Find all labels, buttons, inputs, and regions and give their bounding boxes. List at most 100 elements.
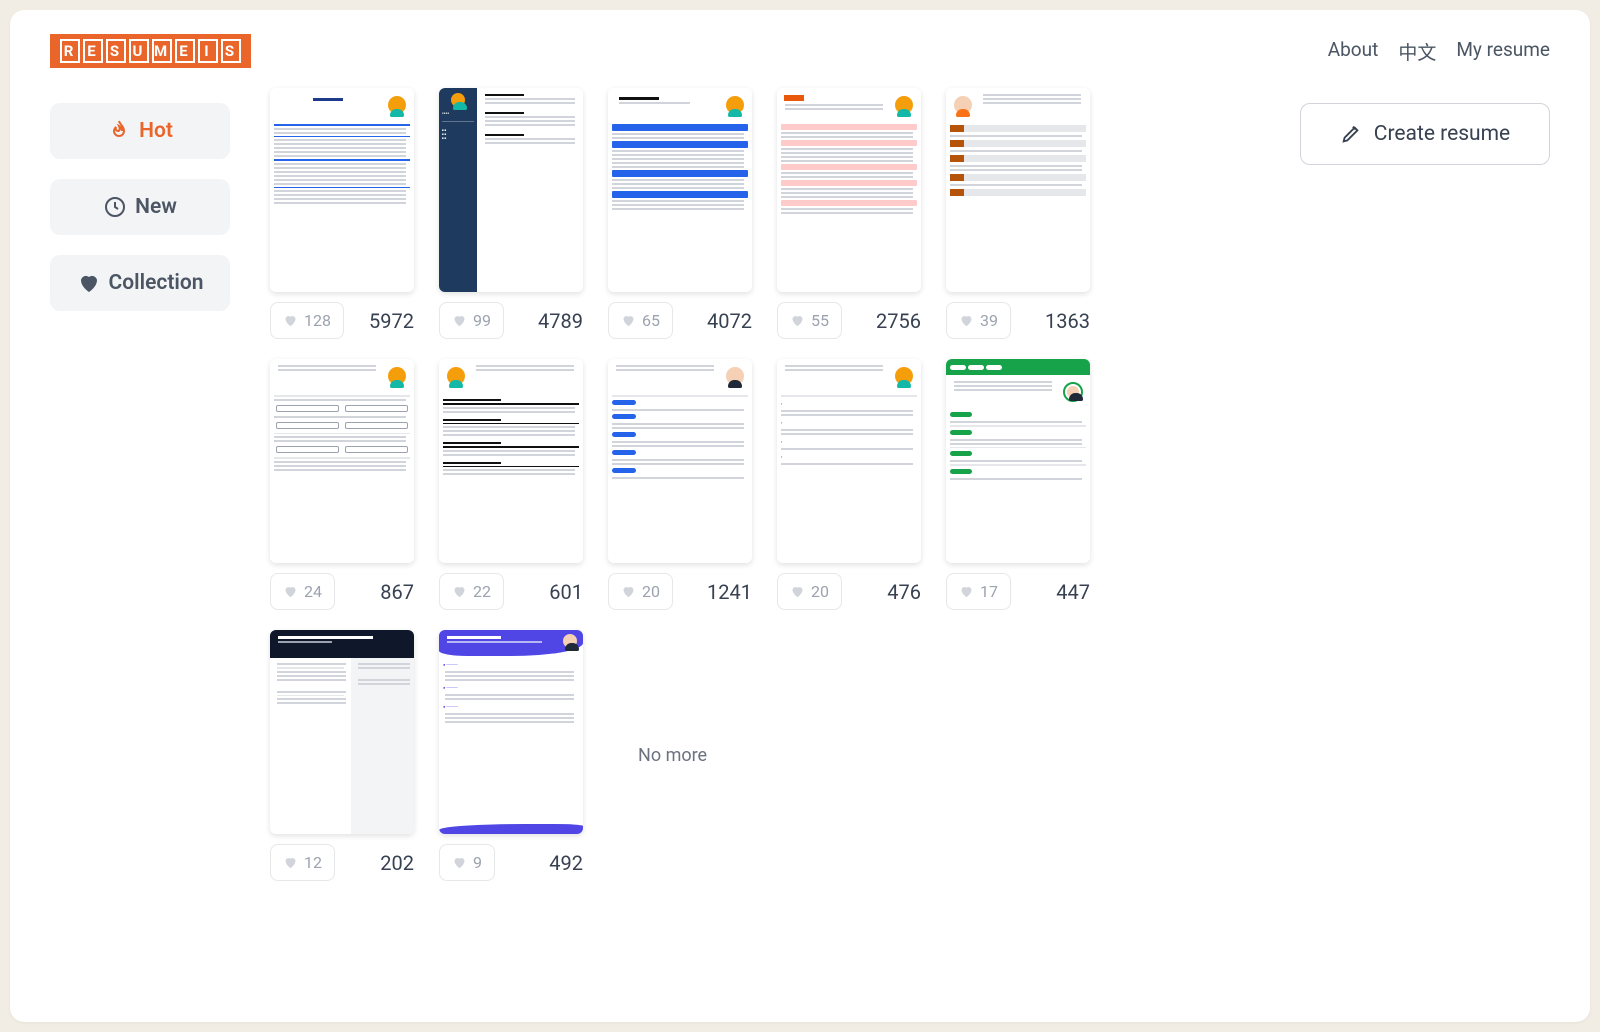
template-thumbnail[interactable]: ▪ ▪ ▪ ▪ (777, 359, 921, 563)
heart-icon (283, 584, 298, 599)
like-count: 20 (811, 582, 829, 601)
nav-about[interactable]: About (1328, 38, 1379, 65)
like-count: 65 (642, 311, 660, 330)
view-count: 4072 (707, 309, 752, 333)
like-count: 12 (304, 853, 322, 872)
template-card: 22 601 (439, 359, 583, 610)
template-stats: 99 4789 (439, 302, 583, 339)
sidebar-label-hot: Hot (139, 119, 173, 143)
template-thumbnail[interactable] (270, 88, 414, 292)
template-card: 39 1363 (946, 88, 1090, 339)
app-window: RESUMEIS About 中文 My resume Hot New Coll… (10, 10, 1590, 1022)
template-stats: 17 447 (946, 573, 1090, 610)
like-button[interactable]: 65 (608, 302, 673, 339)
pencil-icon (1340, 123, 1362, 145)
create-resume-button[interactable]: Create resume (1300, 103, 1550, 165)
no-more-label: No more (608, 630, 1090, 881)
clock-icon (103, 195, 127, 219)
heart-icon (621, 584, 636, 599)
view-count: 202 (380, 851, 414, 875)
view-count: 867 (380, 580, 414, 604)
heart-icon (790, 584, 805, 599)
like-count: 55 (811, 311, 829, 330)
sidebar: Hot New Collection (50, 103, 230, 992)
template-thumbnail[interactable] (608, 88, 752, 292)
template-stats: 128 5972 (270, 302, 414, 339)
template-card: 55 2756 (777, 88, 921, 339)
create-resume-label: Create resume (1374, 122, 1510, 146)
like-button[interactable]: 39 (946, 302, 1011, 339)
heart-icon (959, 584, 974, 599)
template-card: ▪ ▪ ▪ ▪ 20 476 (777, 359, 921, 610)
template-stats: 20 476 (777, 573, 921, 610)
template-card: 24 867 (270, 359, 414, 610)
like-button[interactable]: 9 (439, 844, 495, 881)
like-count: 24 (304, 582, 322, 601)
view-count: 492 (549, 851, 583, 875)
sidebar-item-hot[interactable]: Hot (50, 103, 230, 159)
template-thumbnail[interactable] (777, 88, 921, 292)
template-thumbnail[interactable] (946, 359, 1090, 563)
template-stats: 39 1363 (946, 302, 1090, 339)
fire-icon (107, 119, 131, 143)
template-card: 20 1241 (608, 359, 752, 610)
template-card: 12 202 (270, 630, 414, 881)
sidebar-item-new[interactable]: New (50, 179, 230, 235)
right-column: Create resume (1300, 103, 1550, 992)
top-nav: About 中文 My resume (1328, 38, 1550, 65)
brand-logo[interactable]: RESUMEIS (50, 34, 251, 68)
template-stats: 55 2756 (777, 302, 921, 339)
heart-icon (452, 313, 467, 328)
like-button[interactable]: 20 (777, 573, 842, 610)
template-stats: 22 601 (439, 573, 583, 610)
heart-icon (621, 313, 636, 328)
top-bar: RESUMEIS About 中文 My resume (10, 10, 1590, 78)
template-card: 17 447 (946, 359, 1090, 610)
template-thumbnail[interactable] (270, 359, 414, 563)
sidebar-item-collection[interactable]: Collection (50, 255, 230, 311)
like-count: 17 (980, 582, 998, 601)
template-grid: 128 5972 ●●●● ■ ■■ ■■ ■ 99 4789 (270, 88, 1260, 881)
template-thumbnail[interactable]: ●●●● ■ ■■ ■■ ■ (439, 88, 583, 292)
like-count: 128 (304, 311, 331, 330)
template-thumbnail[interactable] (439, 359, 583, 563)
heart-icon (452, 855, 467, 870)
template-stats: 24 867 (270, 573, 414, 610)
like-button[interactable]: 99 (439, 302, 504, 339)
template-card: ● ──── ● ──── ● ──── 9 492 (439, 630, 583, 881)
template-thumbnail[interactable]: ● ──── ● ──── ● ──── (439, 630, 583, 834)
template-main: 128 5972 ●●●● ■ ■■ ■■ ■ 99 4789 (270, 88, 1260, 992)
nav-lang[interactable]: 中文 (1398, 38, 1436, 65)
view-count: 476 (887, 580, 921, 604)
template-thumbnail[interactable] (270, 630, 414, 834)
like-button[interactable]: 12 (270, 844, 335, 881)
template-card: 65 4072 (608, 88, 752, 339)
template-stats: 12 202 (270, 844, 414, 881)
like-count: 99 (473, 311, 491, 330)
sidebar-label-new: New (135, 195, 177, 219)
content-area: Hot New Collection 128 5972 (10, 78, 1590, 1022)
heart-icon (452, 584, 467, 599)
like-button[interactable]: 20 (608, 573, 673, 610)
like-button[interactable]: 17 (946, 573, 1011, 610)
view-count: 1363 (1045, 309, 1090, 333)
view-count: 4789 (538, 309, 583, 333)
view-count: 1241 (707, 580, 752, 604)
template-card: 128 5972 (270, 88, 414, 339)
like-count: 9 (473, 853, 482, 872)
like-button[interactable]: 55 (777, 302, 842, 339)
nav-my-resume[interactable]: My resume (1456, 38, 1550, 65)
like-button[interactable]: 22 (439, 573, 504, 610)
heart-icon (790, 313, 805, 328)
template-thumbnail[interactable] (608, 359, 752, 563)
view-count: 447 (1056, 580, 1090, 604)
template-stats: 9 492 (439, 844, 583, 881)
view-count: 601 (549, 580, 583, 604)
like-button[interactable]: 24 (270, 573, 335, 610)
template-stats: 65 4072 (608, 302, 752, 339)
like-count: 22 (473, 582, 491, 601)
like-button[interactable]: 128 (270, 302, 344, 339)
heart-icon (77, 271, 101, 295)
template-thumbnail[interactable] (946, 88, 1090, 292)
sidebar-label-collection: Collection (109, 271, 204, 295)
